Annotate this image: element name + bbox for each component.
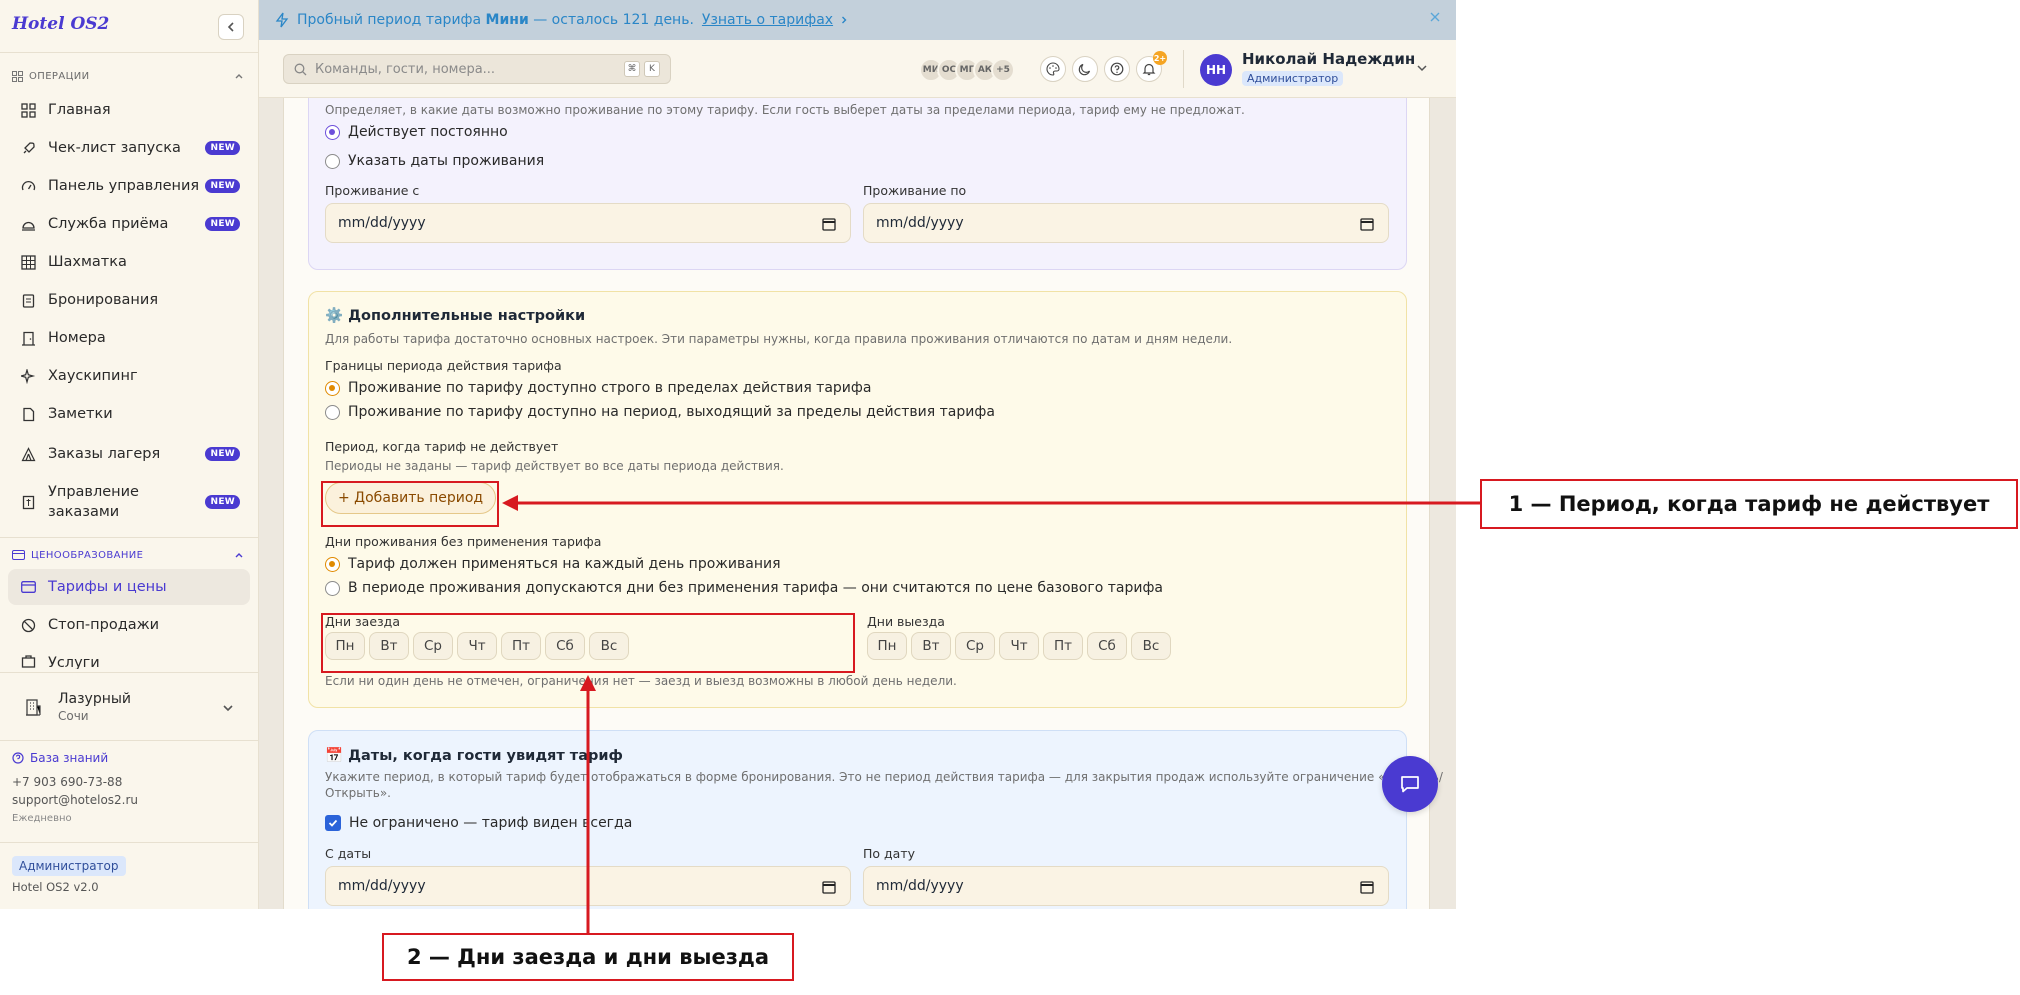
arrowhead-2	[580, 675, 596, 691]
arrowhead-1	[502, 495, 518, 511]
annotation-label-2: 2 — Дни заезда и дни выезда	[382, 933, 794, 981]
annotation-label-1: 1 — Период, когда тариф не действует	[1480, 479, 2018, 529]
